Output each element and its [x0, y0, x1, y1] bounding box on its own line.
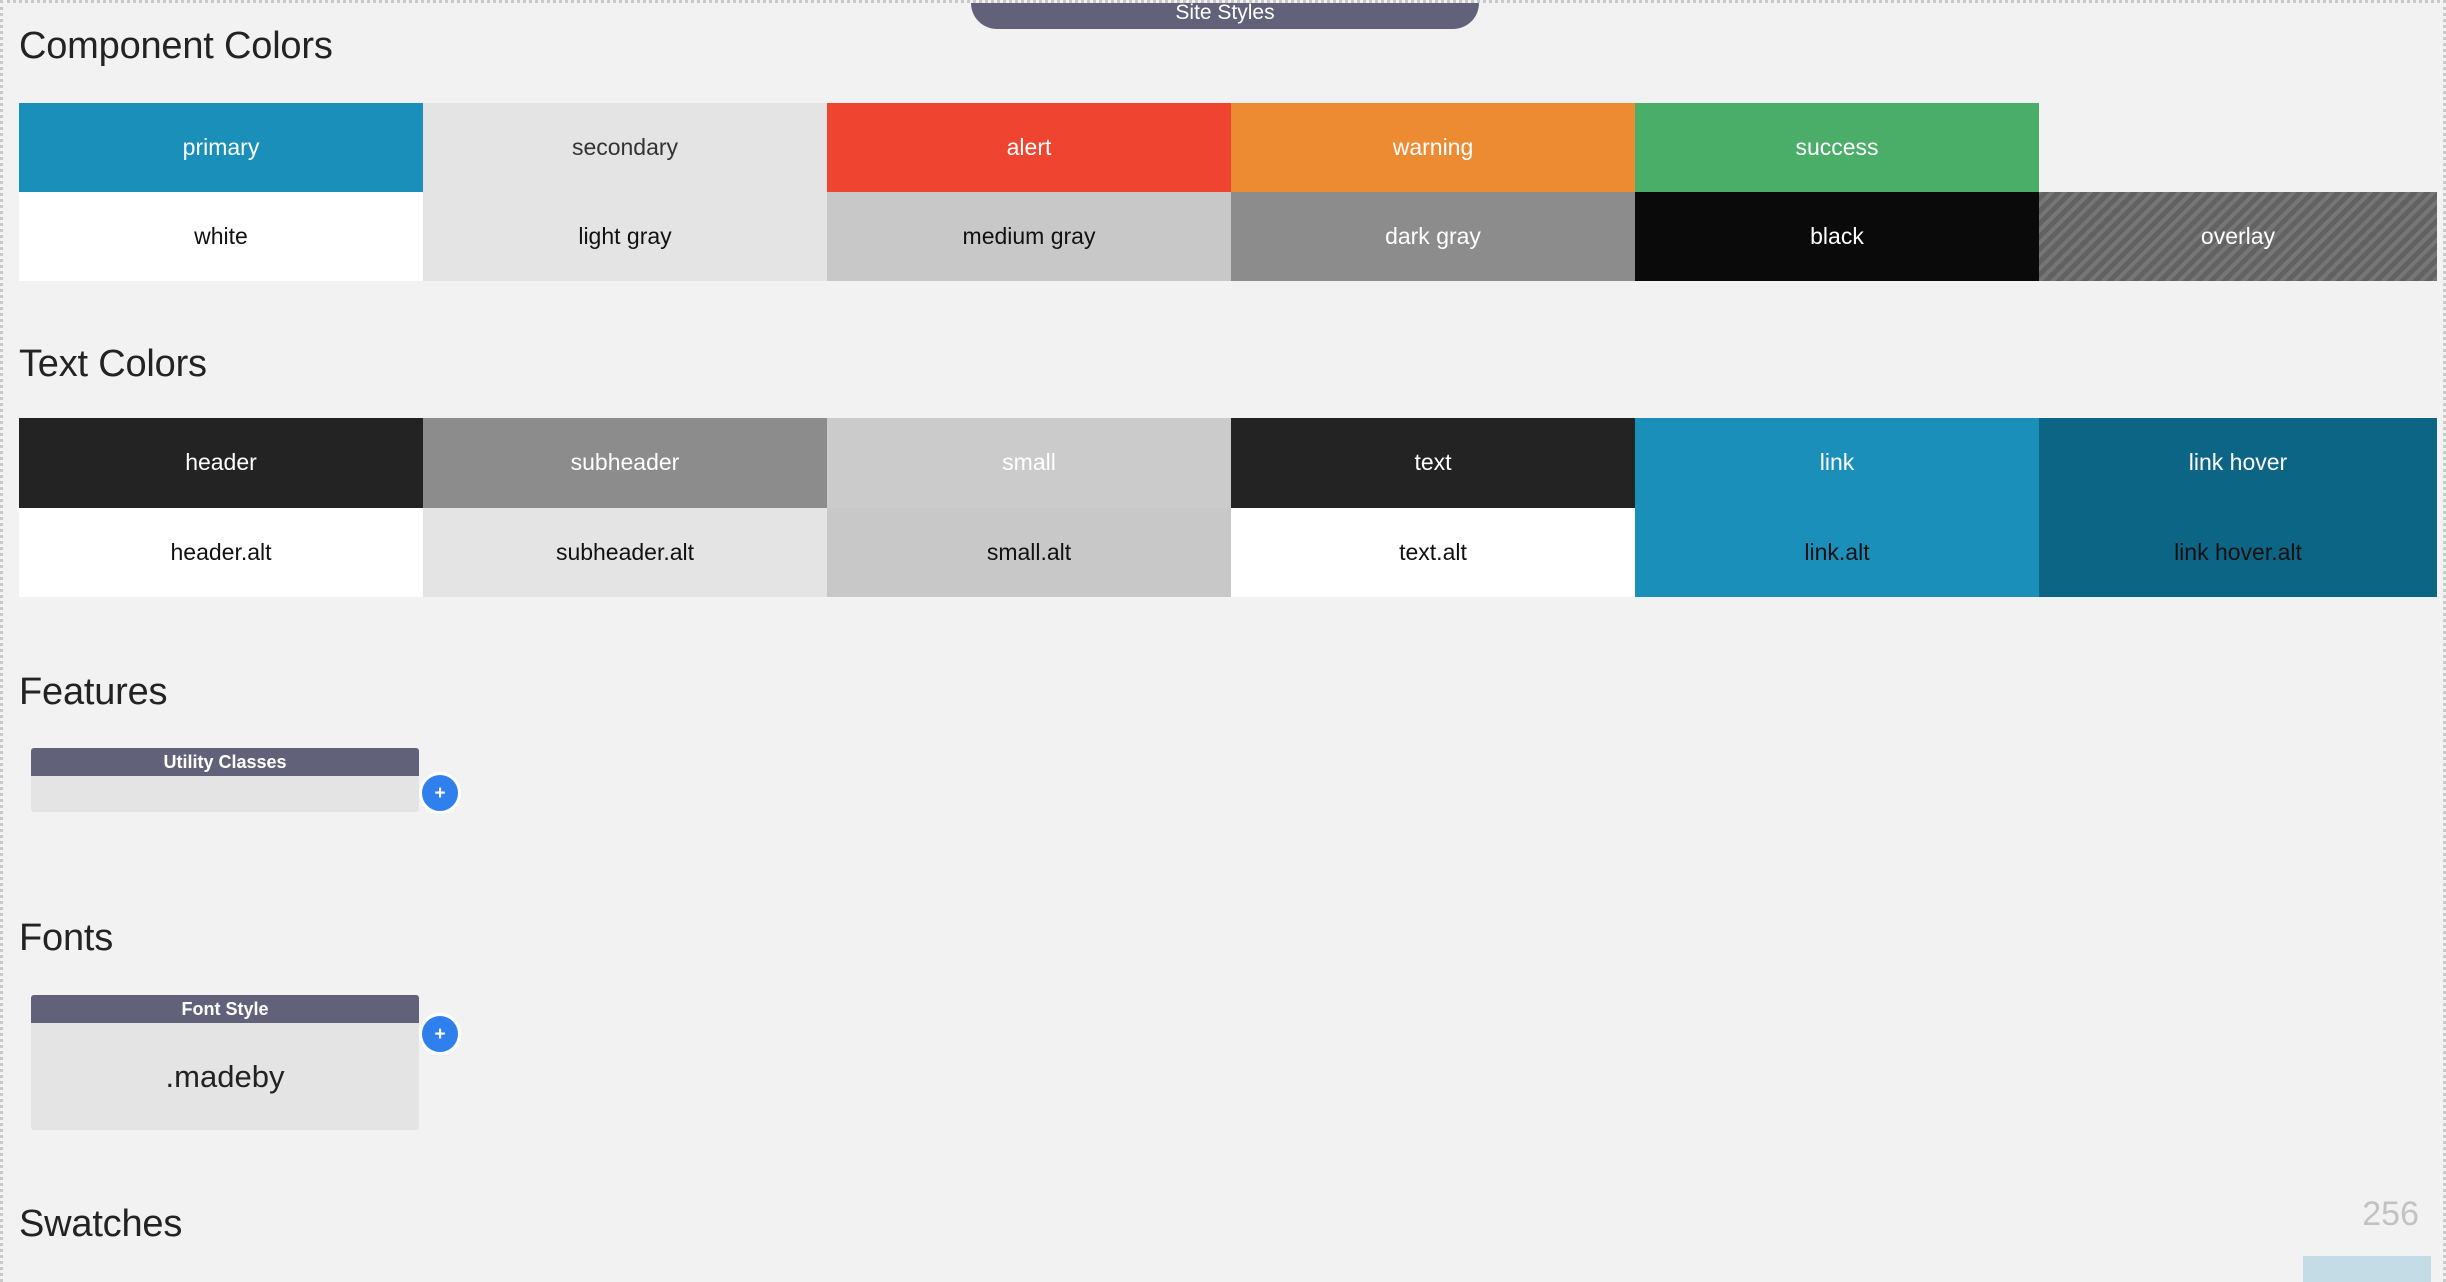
feature-card-header: Utility Classes	[31, 748, 419, 776]
tab-site-styles-label: Site Styles	[1175, 1, 1275, 24]
plus-icon: +	[434, 782, 446, 804]
tab-site-styles[interactable]: Site Styles	[971, 1, 1479, 29]
color-swatch[interactable]: success black	[1635, 103, 2039, 281]
color-swatch[interactable]: primary white	[19, 103, 423, 281]
feature-card-utility-classes[interactable]: Utility Classes	[31, 748, 419, 812]
color-swatch-alt-label: white	[19, 192, 423, 281]
color-swatch-block: link hover link hover.alt	[2039, 418, 2437, 597]
color-swatch-alt-label: dark gray	[1231, 192, 1635, 281]
color-swatch[interactable]: small small.alt	[827, 418, 1231, 597]
color-swatch-label: subheader	[423, 418, 827, 508]
color-swatch-alt-label: medium gray	[827, 192, 1231, 281]
color-swatch-label: warning	[1231, 103, 1635, 192]
font-card-header: Font Style	[31, 995, 419, 1023]
font-card-font-style[interactable]: Font Style .madeby	[31, 995, 419, 1130]
feature-card-body	[31, 776, 419, 812]
color-swatch[interactable]: alert medium gray	[827, 103, 1231, 281]
section-title-fonts: Fonts	[19, 917, 114, 959]
component-colors-grid: primary white secondary light gray alert medi…	[19, 103, 2437, 281]
color-swatch-alt-label: text.alt	[1231, 507, 1635, 597]
color-swatch-alt-label: link.alt	[1804, 538, 1870, 565]
text-colors-grid: header header.alt subheader subheader.alt sm…	[19, 418, 2437, 597]
color-swatch[interactable]: link link.alt	[1635, 418, 2039, 597]
color-swatch-alt-label: link hover.alt	[2174, 538, 2302, 565]
color-swatch-label: small	[827, 418, 1231, 508]
color-swatch-label: link hover	[2188, 449, 2288, 476]
color-swatch[interactable]: text text.alt	[1231, 418, 1635, 597]
color-swatch-label: primary	[19, 103, 423, 192]
app-window: Site Styles Component Colors primary whit…	[0, 0, 2446, 1282]
section-title-component-colors: Component Colors	[19, 25, 333, 67]
color-swatch-block: link link.alt	[1635, 418, 2039, 597]
color-swatch-label: text	[1231, 418, 1635, 508]
color-swatch[interactable]: header header.alt	[19, 418, 423, 597]
color-swatch-label: secondary	[423, 103, 827, 192]
color-swatch[interactable]: overlay	[2039, 103, 2437, 281]
color-swatch[interactable]: link hover link hover.alt	[2039, 418, 2437, 597]
color-swatch-label: alert	[827, 103, 1231, 192]
color-swatch-alt-label: small.alt	[827, 507, 1231, 597]
color-swatch-label: link	[1819, 449, 1855, 476]
color-swatch-alt-label: overlay	[2039, 192, 2437, 281]
color-swatch-alt-label: light gray	[423, 192, 827, 281]
color-swatch-alt-label: header.alt	[19, 507, 423, 597]
font-card-body: .madeby	[165, 1058, 285, 1094]
color-swatch[interactable]: warning dark gray	[1231, 103, 1635, 281]
color-swatch-label: success	[1635, 103, 2039, 192]
swatch-chip[interactable]	[2303, 1256, 2431, 1282]
color-swatch[interactable]: secondary light gray	[423, 103, 827, 281]
add-font-button[interactable]: +	[419, 1013, 461, 1055]
color-swatch[interactable]: subheader subheader.alt	[423, 418, 827, 597]
color-swatch-alt-label: subheader.alt	[423, 507, 827, 597]
plus-icon: +	[434, 1023, 446, 1045]
color-swatch-label: header	[19, 418, 423, 508]
color-swatch-label	[2039, 103, 2437, 192]
section-title-swatches: Swatches	[19, 1203, 183, 1245]
add-feature-button[interactable]: +	[419, 772, 461, 814]
section-title-text-colors: Text Colors	[19, 343, 207, 385]
section-title-features: Features	[19, 671, 168, 713]
swatch-count-label: 256	[2362, 1195, 2419, 1233]
color-swatch-alt-label: black	[1635, 192, 2039, 281]
